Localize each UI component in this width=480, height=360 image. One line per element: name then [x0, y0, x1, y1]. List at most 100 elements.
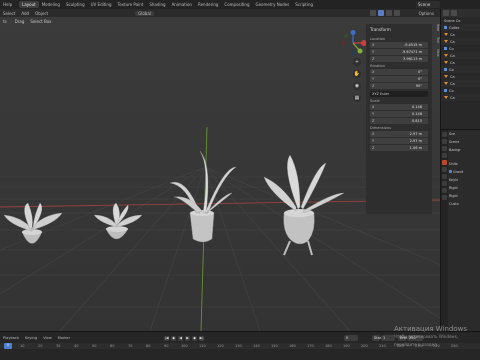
play-icon[interactable]: ▶ — [185, 335, 191, 341]
start-frame-field[interactable]: 1 — [381, 335, 395, 341]
dimensions-y-field[interactable]: Y 2.97 m — [370, 138, 428, 144]
list-item[interactable]: Ca — [441, 73, 480, 80]
dimensions-x-field[interactable]: X 2.97 m — [370, 131, 428, 137]
axis-label: X — [372, 70, 375, 74]
rigid-body-world-panel[interactable]: Rigid — [449, 194, 480, 202]
solid-icon[interactable] — [378, 10, 384, 16]
tab-animation[interactable]: Animation — [169, 1, 195, 8]
tab-modeling[interactable]: Modeling — [39, 1, 63, 8]
perspective-grid-icon[interactable]: ▦ — [353, 94, 361, 102]
modifier-tab-icon[interactable] — [442, 181, 447, 186]
list-item[interactable]: Ca — [441, 80, 480, 87]
search-icon[interactable] — [451, 10, 457, 16]
view-layer-tab-icon[interactable] — [442, 153, 447, 158]
zoom-icon[interactable]: + — [353, 58, 361, 66]
custom-properties-panel[interactable]: Custo — [449, 202, 480, 210]
rendered-icon[interactable] — [394, 10, 400, 16]
tab-scripting[interactable]: Scripting — [292, 1, 316, 8]
gravity-panel[interactable]: Gravit — [449, 170, 480, 178]
collection-icon — [444, 26, 447, 29]
list-item[interactable]: Collec — [441, 24, 480, 31]
list-item[interactable]: Ca — [441, 31, 480, 38]
units-panel[interactable]: Units — [449, 162, 480, 170]
transform-panel: Transform Location X -9.4515 m Y -9.67471 … — [366, 24, 432, 214]
row-label: Ca — [450, 60, 455, 65]
world-tab-icon[interactable] — [442, 167, 447, 172]
checkbox[interactable] — [449, 170, 452, 173]
output-tab-icon[interactable] — [442, 146, 447, 151]
material-icon[interactable] — [386, 10, 392, 16]
tick-label: 30 — [56, 344, 61, 348]
dimensions-z-field[interactable]: Z 1.06 m — [370, 145, 428, 151]
panel-title[interactable]: Transform — [366, 24, 432, 35]
scale-y-field[interactable]: Y 0.148 — [370, 111, 428, 117]
location-x-field[interactable]: X -9.4515 m — [370, 42, 428, 48]
navigation-gizmo[interactable] — [338, 30, 368, 56]
workspace-tabs: Layout Modeling Sculpting UV Editing Tex… — [19, 1, 316, 8]
rotation-x-field[interactable]: X 0° — [370, 69, 428, 75]
rigid-body-panel[interactable]: Rigid — [449, 186, 480, 194]
drag-dropdown[interactable]: Drag — [12, 19, 28, 24]
prev-key-icon[interactable]: ◆ — [171, 335, 177, 341]
pan-hand-icon[interactable]: ✋ — [353, 70, 361, 78]
list-item[interactable]: Scene Co — [441, 17, 480, 24]
select-box-dropdown[interactable]: Select Box — [27, 19, 54, 24]
jump-end-icon[interactable]: ▶| — [199, 335, 205, 341]
object-menu[interactable]: Object — [32, 11, 51, 16]
tab-sculpting[interactable]: Sculpting — [63, 1, 88, 8]
tab-uv-editing[interactable]: UV Editing — [88, 1, 115, 8]
add-menu[interactable]: Add — [18, 11, 32, 16]
constraints-tab-icon[interactable] — [442, 195, 447, 200]
view-menu[interactable]: View — [40, 336, 55, 340]
list-item[interactable]: Co — [441, 87, 480, 94]
playback-menu[interactable]: Playback — [0, 336, 22, 340]
filter-icon[interactable] — [443, 10, 449, 16]
list-item[interactable]: Co — [441, 45, 480, 52]
next-key-icon[interactable]: ◆ — [192, 335, 198, 341]
background-panel[interactable]: Backgr — [449, 148, 480, 162]
keying-menu[interactable]: Keying — [22, 336, 40, 340]
scale-x-field[interactable]: X 0.148 — [370, 104, 428, 110]
tab-shading[interactable]: Shading — [146, 1, 168, 8]
list-item[interactable]: Co — [441, 66, 480, 73]
physics-tab-icon[interactable] — [442, 188, 447, 193]
list-item[interactable]: Ca — [441, 52, 480, 59]
jump-start-icon[interactable]: |◀ — [164, 335, 170, 341]
wireframe-icon[interactable] — [370, 10, 376, 16]
tab-compositing[interactable]: Compositing — [221, 1, 252, 8]
tab-rendering[interactable]: Rendering — [195, 1, 221, 8]
object-tab-icon[interactable] — [442, 174, 447, 179]
tool-tab-icon[interactable] — [442, 132, 447, 137]
menu-help[interactable]: Help — [0, 2, 15, 7]
axis-label: Z — [372, 57, 375, 61]
tab-layout[interactable]: Layout — [19, 1, 39, 8]
current-frame-field[interactable]: 0 — [344, 335, 358, 341]
play-reverse-icon[interactable]: ◀ — [178, 335, 184, 341]
tick-label: 40 — [74, 344, 79, 348]
keying-panel[interactable]: Keyin — [449, 178, 480, 186]
list-item[interactable]: Ca — [441, 94, 480, 101]
playhead[interactable]: 0 — [4, 343, 12, 349]
row-label: Ca — [450, 95, 455, 100]
list-item[interactable]: Ca — [441, 38, 480, 45]
scene-panel[interactable]: Scene — [449, 140, 480, 148]
scene-selector[interactable]: Scene — [416, 1, 440, 8]
rotation-y-field[interactable]: Y 0° — [370, 76, 428, 82]
collection-icon — [444, 68, 447, 71]
camera-view-icon[interactable]: ◉ — [353, 82, 361, 90]
field-value: 0.148 — [411, 105, 422, 109]
orientation-dropdown[interactable]: Global — [135, 10, 154, 16]
tab-texture-paint[interactable]: Texture Paint — [115, 1, 147, 8]
render-tab-icon[interactable] — [442, 139, 447, 144]
select-menu[interactable]: Select — [0, 11, 18, 16]
start-label: Start — [372, 335, 383, 341]
scene-tab-icon[interactable] — [442, 160, 447, 165]
marker-menu[interactable]: Marker — [55, 336, 73, 340]
tab-geometry-nodes[interactable]: Geometry Nodes — [252, 1, 292, 8]
options-button[interactable]: Options — [416, 11, 437, 16]
location-y-field[interactable]: Y -9.67471 m — [370, 49, 428, 55]
watermark-title: Активация Windows — [394, 325, 468, 333]
list-item[interactable]: Ca — [441, 59, 480, 66]
tick-label: 50 — [92, 344, 97, 348]
rotation-z-field[interactable]: Z 90° — [370, 83, 428, 89]
